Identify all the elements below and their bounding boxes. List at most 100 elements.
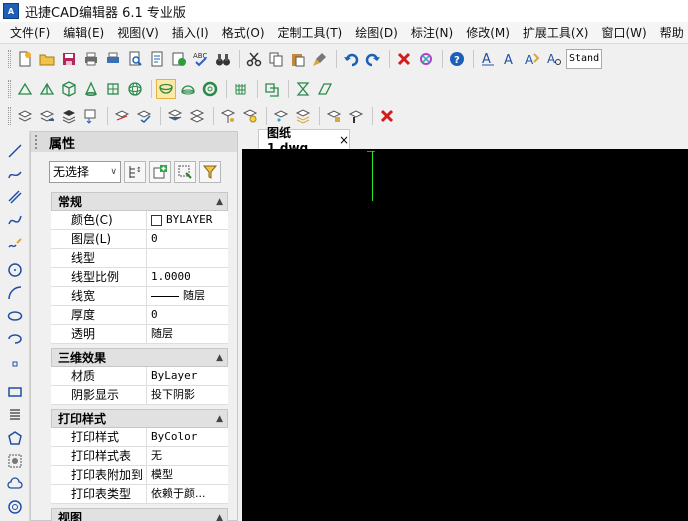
- rectangle-tool-button[interactable]: [5, 382, 25, 402]
- property-row-color[interactable]: 颜色(C) BYLAYER: [51, 211, 228, 230]
- section-plot-style[interactable]: 打印样式 ▲: [51, 409, 228, 428]
- menu-view[interactable]: 视图(V): [117, 24, 159, 41]
- cut-button[interactable]: [244, 49, 264, 69]
- page-setup-button[interactable]: [147, 49, 167, 69]
- drawing-canvas[interactable]: [242, 149, 688, 521]
- toolbar-grip[interactable]: [8, 50, 11, 68]
- toggle-pickadd-button[interactable]: ↕: [124, 161, 146, 183]
- region-tool-button[interactable]: [5, 451, 25, 471]
- property-value[interactable]: ByColor: [147, 428, 228, 446]
- property-value[interactable]: 投下阴影: [147, 386, 228, 404]
- collapse-icon[interactable]: ▲: [216, 414, 223, 424]
- collapse-icon[interactable]: ▲: [216, 353, 223, 363]
- redo-button[interactable]: [363, 49, 383, 69]
- revolved-surface-button[interactable]: [293, 79, 313, 99]
- match-properties-button[interactable]: [310, 49, 330, 69]
- 3d-cube-button[interactable]: [59, 79, 79, 99]
- imprint-button[interactable]: [240, 106, 260, 126]
- property-value[interactable]: ByLayer: [147, 367, 228, 385]
- point-tool-button[interactable]: [5, 354, 25, 374]
- 3d-mesh-button[interactable]: [231, 79, 251, 99]
- property-row-linetype[interactable]: 线型: [51, 249, 228, 268]
- paste-button[interactable]: [288, 49, 308, 69]
- ellipse-tool-button[interactable]: [5, 306, 25, 326]
- 3d-box-button[interactable]: [15, 79, 35, 99]
- edit-text-button[interactable]: A: [522, 49, 542, 69]
- freehand-tool-button[interactable]: [5, 233, 25, 253]
- clean-button[interactable]: [271, 106, 291, 126]
- property-value[interactable]: BYLAYER: [147, 211, 228, 229]
- property-row-linetype-scale[interactable]: 线型比例 1.0000: [51, 268, 228, 287]
- toolbar-grip[interactable]: [8, 80, 11, 98]
- menu-file[interactable]: 文件(F): [10, 24, 50, 41]
- section-button[interactable]: [134, 106, 154, 126]
- spline-tool-button[interactable]: [5, 210, 25, 230]
- undo-button[interactable]: [341, 49, 361, 69]
- property-value[interactable]: [147, 249, 228, 267]
- circle-tool-button[interactable]: [5, 260, 25, 280]
- selection-select[interactable]: 无选择 ∨: [49, 161, 121, 183]
- edge-surface-button[interactable]: [315, 79, 335, 99]
- donut-tool-button[interactable]: [5, 497, 25, 517]
- extrude-faces-button[interactable]: [346, 106, 366, 126]
- menu-format[interactable]: 格式(O): [222, 24, 265, 41]
- print-button[interactable]: [81, 49, 101, 69]
- revision-cloud-tool-button[interactable]: [5, 474, 25, 494]
- tab-drawing1[interactable]: 图纸1.dwg ×: [258, 126, 350, 155]
- copy-button[interactable]: [266, 49, 286, 69]
- shell-button[interactable]: [218, 106, 238, 126]
- extrude-button[interactable]: [81, 106, 101, 126]
- new-file-button[interactable]: [15, 49, 35, 69]
- quick-select-button[interactable]: [174, 161, 196, 183]
- text-style-button[interactable]: A: [478, 49, 498, 69]
- close-icon[interactable]: ×: [339, 133, 349, 147]
- elliptical-arc-tool-button[interactable]: [5, 329, 25, 349]
- polyline-tool-button[interactable]: [5, 164, 25, 184]
- property-row-plot-style[interactable]: 打印样式 ByColor: [51, 428, 228, 447]
- 3d-torus-button[interactable]: [200, 79, 220, 99]
- purge-button[interactable]: [416, 49, 436, 69]
- property-row-transparency[interactable]: 透明 随层: [51, 325, 228, 344]
- menu-tools[interactable]: 定制工具(T): [278, 24, 343, 41]
- hatch-tool-button[interactable]: [5, 405, 25, 425]
- 3d-dish-button[interactable]: [156, 79, 176, 99]
- print-preview-button[interactable]: [125, 49, 145, 69]
- property-value[interactable]: 模型: [147, 466, 228, 484]
- separate-button[interactable]: [187, 106, 207, 126]
- menu-dimension[interactable]: 标注(N): [411, 24, 453, 41]
- properties-header[interactable]: 属性: [31, 132, 237, 152]
- menu-insert[interactable]: 插入(I): [172, 24, 209, 41]
- menu-draw[interactable]: 绘图(D): [355, 24, 398, 41]
- section-view[interactable]: 视图 ▲: [51, 508, 228, 521]
- plot-button[interactable]: [103, 49, 123, 69]
- 3d-face-button[interactable]: [262, 79, 282, 99]
- intersect-button[interactable]: [59, 106, 79, 126]
- property-value[interactable]: 随层: [147, 287, 228, 305]
- taper-faces-button[interactable]: [324, 106, 344, 126]
- check-button[interactable]: [293, 106, 313, 126]
- 3d-cone-button[interactable]: [81, 79, 101, 99]
- interfere-button[interactable]: [165, 106, 185, 126]
- menu-extensions[interactable]: 扩展工具(X): [523, 24, 589, 41]
- open-file-button[interactable]: [37, 49, 57, 69]
- property-row-layer[interactable]: 图层(L) 0: [51, 230, 228, 249]
- property-row-material[interactable]: 材质 ByLayer: [51, 367, 228, 386]
- property-value[interactable]: 依赖于颜...: [147, 485, 228, 503]
- section-general[interactable]: 常规 ▲: [51, 192, 228, 211]
- property-row-lineweight[interactable]: 线宽 随层: [51, 287, 228, 306]
- 3d-dome-button[interactable]: [178, 79, 198, 99]
- publish-button[interactable]: [169, 49, 189, 69]
- filter-button[interactable]: [199, 161, 221, 183]
- line-tool-button[interactable]: [5, 141, 25, 161]
- property-value[interactable]: 1.0000: [147, 268, 228, 286]
- cancel-solid-edit-button[interactable]: [377, 106, 397, 126]
- property-value[interactable]: 随层: [147, 325, 228, 343]
- property-value[interactable]: 无: [147, 447, 228, 465]
- find-text-button[interactable]: A: [544, 49, 564, 69]
- spell-check-button[interactable]: ABC: [191, 49, 211, 69]
- menu-modify[interactable]: 修改(M): [466, 24, 510, 41]
- multiline-tool-button[interactable]: [5, 187, 25, 207]
- collapse-icon[interactable]: ▲: [216, 513, 223, 521]
- arc-tool-button[interactable]: [5, 283, 25, 303]
- union-button[interactable]: [15, 106, 35, 126]
